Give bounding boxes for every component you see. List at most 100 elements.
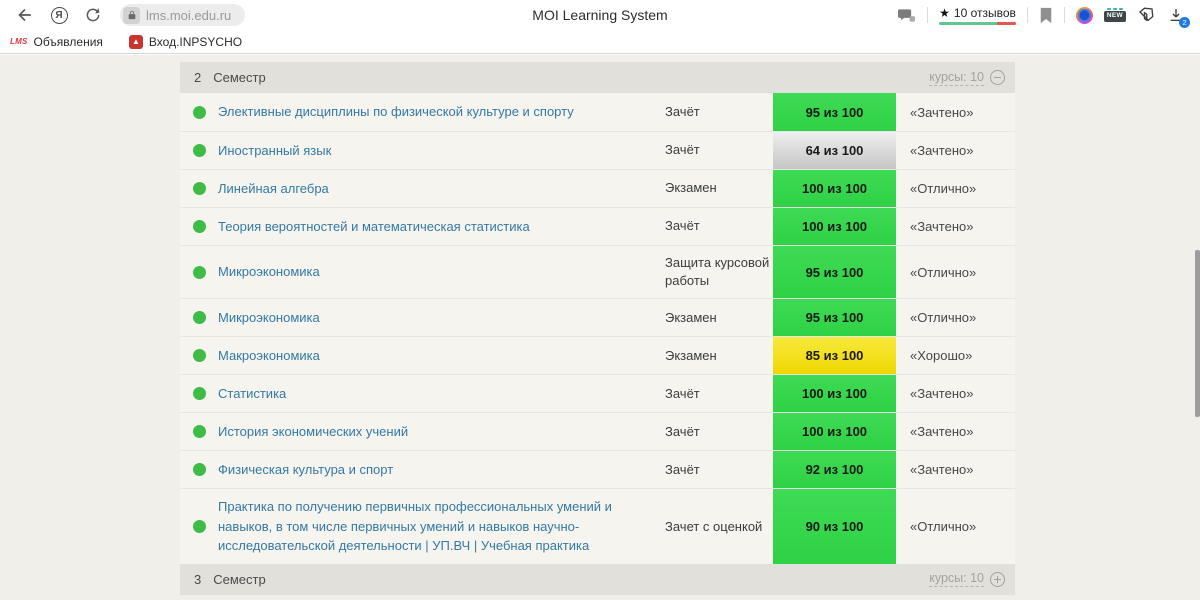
score-badge: 92 из 100 [773, 451, 896, 489]
extension-new-icon[interactable]: NEW [1103, 8, 1126, 22]
grade-text: «Зачтено» [910, 219, 974, 234]
bookmark-label: Объявления [33, 34, 103, 49]
expand-plus-icon[interactable] [990, 571, 1005, 587]
assessment-type: Экзамен [665, 180, 717, 196]
extension-browser-icon[interactable] [1075, 6, 1093, 24]
status-cell [180, 375, 218, 412]
course-name-cell: Микроэкономика [218, 299, 665, 336]
score-badge: 90 из 100 [773, 489, 896, 564]
course-link[interactable]: Иностранный язык [218, 141, 331, 161]
assessment-type: Зачёт [665, 423, 700, 439]
reviews-label: 10 отзывов [953, 5, 1016, 20]
status-cell [180, 132, 218, 169]
table-row: Теория вероятностей и математическая ста… [180, 207, 1015, 245]
yandex-logo-icon: Я [50, 6, 68, 24]
score-badge: 100 из 100 [773, 375, 896, 413]
grade-text: «Зачтено» [910, 143, 974, 158]
score-badge: 100 из 100 [773, 208, 896, 245]
status-cell [180, 337, 218, 374]
ssl-lock-icon[interactable] [123, 6, 140, 24]
semester-number: 2 [194, 70, 202, 85]
status-cell [180, 170, 218, 207]
course-name-cell: Микроэкономика [218, 246, 665, 298]
scrollbar-thumb[interactable] [1195, 250, 1200, 417]
bookmark-label: Вход.INPSYCHO [148, 34, 243, 49]
assessment-type: Зачёт [665, 142, 700, 158]
status-cell [180, 413, 218, 450]
semester-2-toggle[interactable]: курсы: 10 [929, 70, 1005, 86]
course-link[interactable]: История экономических учений [218, 422, 408, 442]
collapse-minus-icon[interactable] [990, 70, 1005, 85]
bookmark-flag-icon[interactable] [1039, 7, 1053, 24]
semester-label: Семестр [213, 571, 266, 587]
refresh-button[interactable] [80, 2, 106, 28]
course-link[interactable]: Элективные дисциплины по физической куль… [218, 102, 574, 122]
table-row: Элективные дисциплины по физической куль… [180, 93, 1015, 131]
completed-dot-icon [192, 105, 206, 119]
assessment-type: Зачёт [665, 461, 700, 477]
course-link[interactable]: Физическая культура и спорт [218, 460, 393, 480]
course-link[interactable]: Практика по получению первичных професси… [218, 497, 647, 556]
grade-text: «Зачтено» [910, 104, 974, 120]
grade-text: «Хорошо» [910, 348, 973, 364]
grade-text: «Зачтено» [910, 386, 974, 402]
yandex-button[interactable]: Я [46, 2, 72, 28]
completed-dot-icon [192, 220, 206, 233]
score-badge: 64 из 100 [773, 132, 896, 169]
semester-3-toggle[interactable]: курсы: 10 [929, 571, 1005, 588]
course-name-cell: Статистика [218, 375, 665, 412]
grade-text: «Зачтено» [910, 424, 974, 440]
course-link[interactable]: Микроэкономика [218, 262, 320, 282]
status-cell [180, 93, 218, 131]
table-row: Микроэкономика Экзамен 95 из 100 «Отлично» [180, 298, 1015, 337]
grade-text: «Отлично» [910, 264, 977, 280]
collections-tag-icon[interactable] [1137, 6, 1155, 24]
assessment-type: Зачёт [665, 218, 700, 234]
grade-text: «Отлично» [910, 181, 977, 196]
download-count-badge: 2 [1179, 17, 1190, 28]
table-row: Макроэкономика Экзамен 85 из 100 «Хорошо» [180, 336, 1015, 375]
url-text[interactable]: lms.moi.edu.ru [146, 8, 231, 23]
table-row: Иностранный язык Зачёт 64 из 100 «Зачтено» [180, 131, 1015, 169]
course-link[interactable]: Линейная алгебра [218, 179, 329, 199]
course-name-cell: Физическая культура и спорт [218, 451, 665, 488]
bookmark-inpsycho[interactable]: ▲ Вход.INPSYCHO [128, 34, 243, 49]
assessment-type: Зачёт [665, 103, 700, 119]
toolbar-right-cluster: ★ 10 отзывов NEW 2 [897, 5, 1200, 28]
grade-text: «Зачтено» [910, 462, 974, 478]
reviews-rating-bar [939, 21, 1016, 25]
completed-dot-icon [192, 144, 206, 157]
downloads-button[interactable]: 2 [1166, 5, 1190, 28]
grade-text: «Отлично» [910, 519, 977, 535]
table-row: Микроэкономика Защита курсовой работы 95 и… [180, 245, 1015, 299]
bookmark-announcements[interactable]: LMS Объявления [10, 35, 103, 49]
course-name-cell: Иностранный язык [218, 132, 665, 169]
semester-2-header: 2 Семестр курсы: 10 [180, 62, 1015, 93]
address-bar[interactable]: lms.moi.edu.ru [120, 4, 246, 26]
separator [927, 7, 929, 23]
table-row: Статистика Зачёт 100 из 100 «Зачтено» [180, 374, 1015, 413]
back-button[interactable] [12, 2, 38, 28]
browser-toolbar: Я lms.moi.edu.ru MOI Learning System ★ 1… [0, 0, 1200, 30]
course-link[interactable]: Макроэкономика [218, 346, 320, 366]
score-badge: 100 из 100 [773, 170, 896, 207]
course-name-cell: Элективные дисциплины по физической куль… [218, 93, 665, 131]
completed-dot-icon [192, 311, 206, 325]
refresh-icon [86, 8, 100, 22]
table-row: История экономических учений Зачёт 100 из … [180, 412, 1015, 451]
course-link[interactable]: Теория вероятностей и математическая ста… [218, 217, 530, 237]
status-cell [180, 246, 218, 298]
site-reviews-button[interactable]: ★ 10 отзывов [939, 6, 1016, 25]
course-link[interactable]: Статистика [218, 384, 286, 404]
status-cell [180, 299, 218, 336]
completed-dot-icon [192, 520, 206, 534]
lms-favicon: LMS [10, 37, 28, 46]
courses-count-link[interactable]: курсы: 10 [929, 70, 984, 86]
grades-table: 2 Семестр курсы: 10 Элективные дисциплин… [180, 62, 1015, 595]
chat-icon[interactable] [897, 7, 916, 24]
new-icon-label: NEW [1103, 11, 1126, 22]
semester-3-header: 3 Семестр курсы: 10 [180, 563, 1015, 595]
course-link[interactable]: Микроэкономика [218, 308, 320, 328]
new-icon-dashes [1106, 8, 1123, 11]
courses-count-link[interactable]: курсы: 10 [929, 571, 984, 588]
